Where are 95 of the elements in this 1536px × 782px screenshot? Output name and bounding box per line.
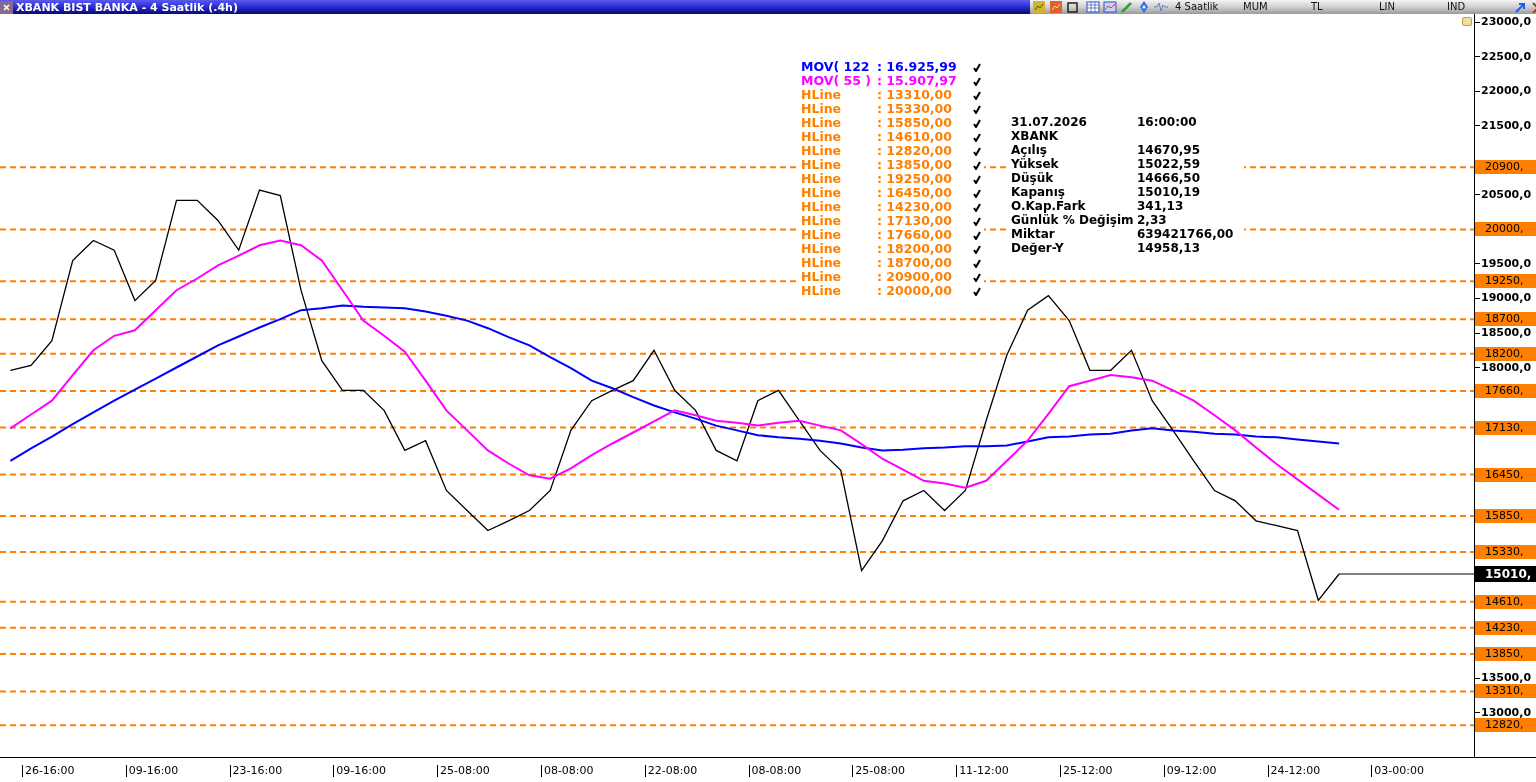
axis-tick-label: 23-16:00 [229,765,290,777]
axis-tick-label: 03-00:00 [1371,765,1432,777]
price-tag: 18700, [1475,312,1536,327]
legend-value: : 17130,00 [877,214,953,228]
axis-tick-label: 26-16:00 [21,765,82,777]
info-value: 14666,50 [1137,171,1200,185]
axis-tick-label: 22-08:00 [644,765,705,777]
price-tag: 17130, [1475,420,1536,435]
legend-name: HLine [801,158,843,172]
legend-value: : 18200,00 [877,242,953,256]
legend-value: : 14230,00 [877,200,953,214]
legend-name: HLine [801,256,843,270]
legend-value: : 20000,00 [877,284,953,298]
info-label: XBANK [1011,129,1060,143]
price-tag: 14610, [1475,594,1536,609]
info-value: 15022,59 [1137,157,1200,171]
axis-tick-label: 19000,0 [1475,292,1532,305]
legend-name: HLine [801,130,843,144]
axis-tick-label: 20500,0 [1475,188,1532,201]
info-label: Kapanış [1011,185,1066,199]
info-label: O.Kap.Fark [1011,199,1087,213]
legend-value: : 17660,00 [877,228,953,242]
info-value: 14958,13 [1137,241,1200,255]
legend-value: : 20900,00 [877,270,953,284]
legend-name: HLine [801,186,843,200]
legend-name: HLine [801,242,843,256]
legend-name: HLine [801,172,843,186]
axis-tick-label: 13000,0 [1475,706,1532,719]
axis-tick-label: 24-12:00 [1267,765,1328,777]
legend-name: HLine [801,102,843,116]
info-value: 2,33 [1137,213,1167,227]
price-tag: 15330, [1475,544,1536,559]
legend-value: : 13310,00 [877,88,952,102]
info-label: Miktar [1011,227,1056,241]
window-title: XBANK BIST BANKA - 4 Saatlik (.4h) [16,1,238,13]
price-tag: 13850, [1475,647,1536,662]
axis-tick-label: 09-16:00 [125,765,186,777]
legend-name: HLine [801,228,843,242]
legend-name: HLine [801,284,843,298]
info-value: 341,13 [1137,199,1184,213]
info-value: 14670,95 [1137,143,1200,157]
legend-value: : 15850,00 [877,116,953,130]
legend-value: : 15330,00 [877,102,953,116]
legend-value: : 12820,00 [877,144,953,158]
legend-value: : 16450,00 [877,186,953,200]
legend-value: : 14610,00 [877,130,953,144]
info-label: Değer-Y [1011,241,1065,255]
axis-tick-label: 25-08:00 [437,765,498,777]
axis-tick-label: 11-12:00 [956,765,1017,777]
price-tag: 17660, [1475,384,1536,398]
axis-tick-label: 25-12:00 [1059,765,1120,777]
info-label: Yüksek [1011,157,1060,171]
legend-name: MOV( 122 [801,60,871,74]
axis-tick-label: 08-08:00 [748,765,809,777]
info-value: 15010,19 [1137,185,1200,199]
axis-tick-label: 22000,0 [1475,85,1532,98]
axis-tick-label: 25-08:00 [852,765,913,777]
axis-tick-label: 09-12:00 [1163,765,1224,777]
legend-value: : 13850,00 [877,158,953,172]
axis-tick-label: 09-16:00 [333,765,394,777]
axis-tick-label: 13500,0 [1475,672,1532,685]
legend-value: : 18700,00 [877,256,953,270]
info-value: 16:00:00 [1137,115,1197,129]
price-tag: 14230, [1475,620,1536,635]
legend-value: : 16.925,99 [877,60,958,74]
axis-tick-label: 18000,0 [1475,361,1532,374]
axis-tick-label: 08-08:00 [540,765,601,777]
legend-name: MOV( 55 ) [801,74,872,88]
axis-tick-label: 19500,0 [1475,257,1532,270]
info-label: Açılış [1011,143,1048,157]
info-label: 31.07.2026 [1011,115,1088,129]
price-tag: 16450, [1475,467,1536,482]
info-label: Günlük % Değişim [1011,213,1135,227]
axis-tick-label: 22500,0 [1475,50,1532,63]
price-tag: 12820, [1475,718,1536,733]
legend-name: HLine [801,88,843,102]
price-tag: 20000, [1475,222,1536,237]
legend-value: : 19250,00 [877,172,953,186]
legend-name: HLine [801,270,843,284]
price-tag: 15850, [1475,509,1536,523]
axis-tick-label: 23000,0 [1475,16,1532,29]
legend-name: HLine [801,116,843,130]
price-tag: 20900, [1475,160,1536,175]
price-tag: 18200, [1475,346,1536,361]
legend-name: HLine [801,200,843,214]
price-tag: 19250, [1475,274,1536,289]
legend-value: : 15.907,97 [877,74,958,88]
legend-name: HLine [801,144,843,158]
price-tag: 13310, [1475,684,1536,699]
last-price-tag: 15010, [1475,566,1536,582]
info-label: Düşük [1011,171,1055,185]
legend-name: HLine [801,214,843,228]
axis-tick-label: 18500,0 [1475,327,1532,339]
axis-tick-label: 21500,0 [1475,119,1532,132]
info-value: 639421766,00 [1137,227,1234,241]
